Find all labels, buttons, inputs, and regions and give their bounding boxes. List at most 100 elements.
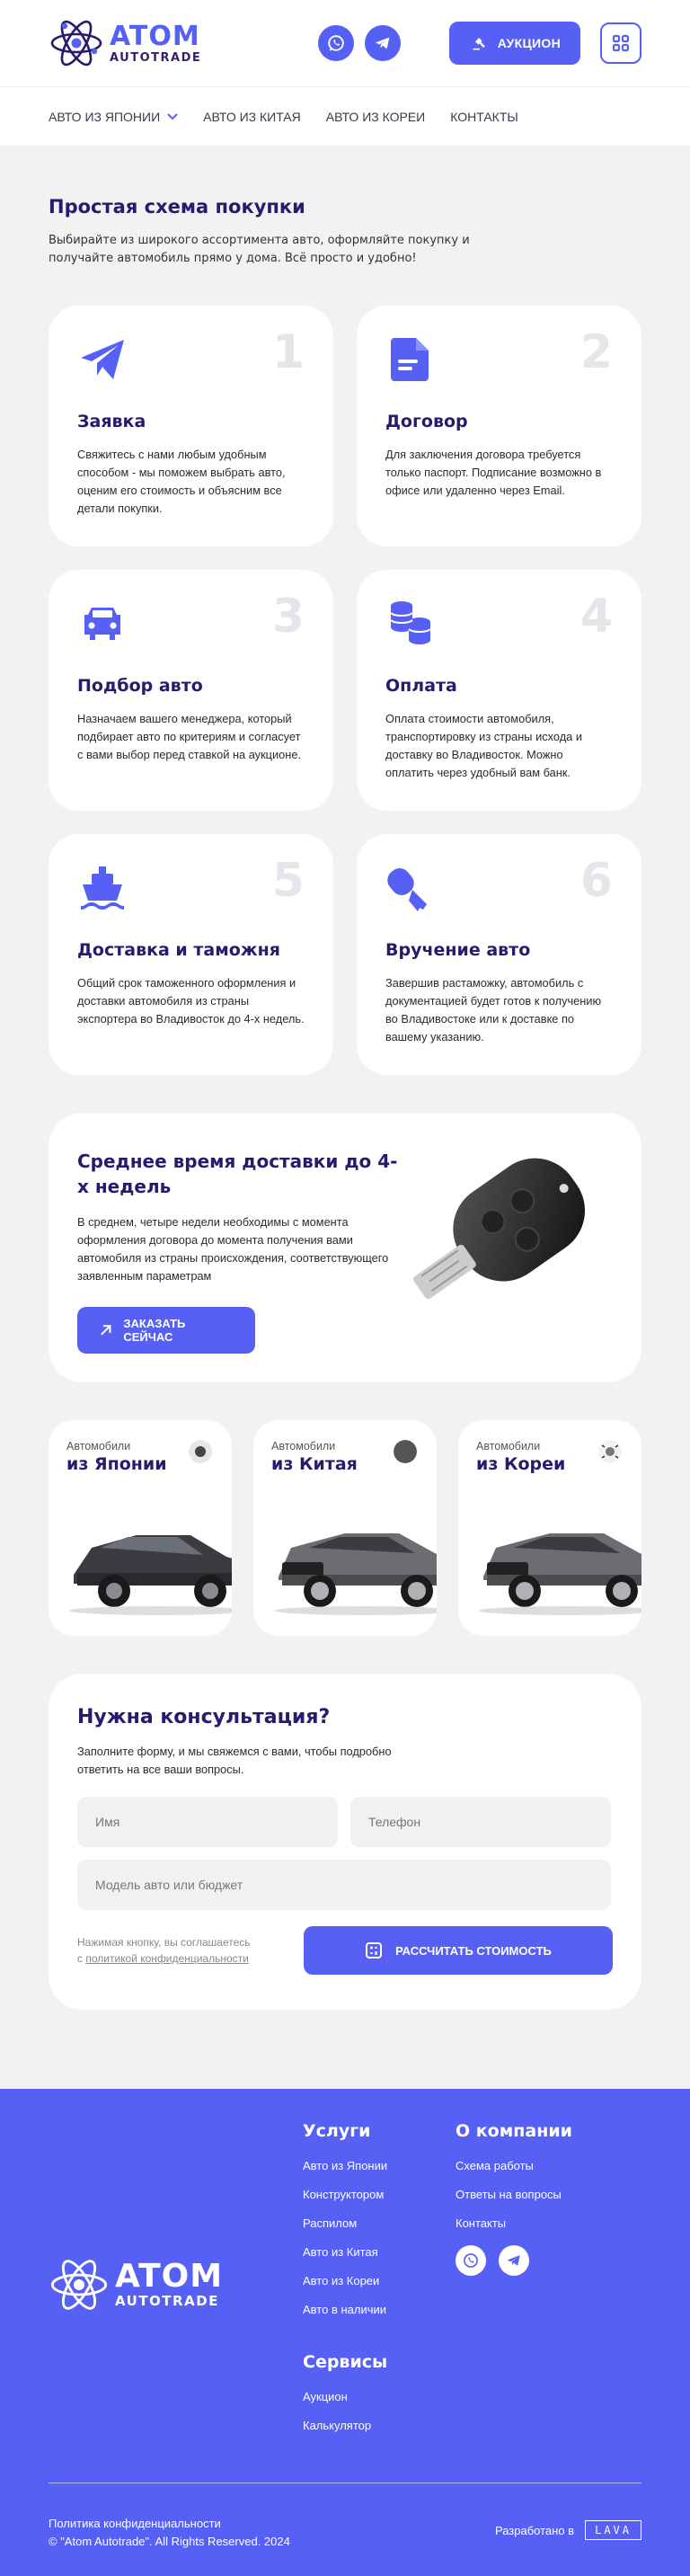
footer-link[interactable]: Авто из Японии (303, 2159, 456, 2172)
step-text: Оплата стоимости автомобиля, транспортир… (385, 712, 582, 779)
name-input[interactable] (77, 1797, 338, 1847)
consent-note: Нажимая кнопку, вы соглашаетесь с полити… (77, 1934, 251, 1967)
footer-logo-word: ATOM (115, 2258, 224, 2295)
privacy-policy-link[interactable]: Политика конфиденциальности (49, 2515, 290, 2533)
copyright-text: © "Atom Autotrade". All Rights Reserved.… (49, 2535, 290, 2548)
calculator-icon (366, 1942, 383, 1959)
scheme-title: Простая схема покупки (49, 196, 305, 218)
nav-item-japan[interactable]: АВТО ИЗ ЯПОНИИ (49, 110, 178, 124)
step-text: Завершив растаможку, автомобиль с докуме… (385, 976, 602, 1044)
step-title: Вручение авто (385, 940, 531, 960)
footer-link[interactable]: Ответы на вопросы (456, 2188, 608, 2201)
step-card: 6 Вручение авто Завершив растаможку, авт… (357, 834, 641, 1075)
developer-credit: Разработано в LAVA (495, 2520, 641, 2540)
nav-item-china[interactable]: АВТО ИЗ КИТАЯ (203, 110, 301, 124)
step-card: 2 Договор Для заключения договора требуе… (357, 306, 641, 546)
auction-button[interactable]: АУКЦИОН (448, 22, 580, 65)
step-number: 1 (271, 325, 305, 379)
step-text: Для заключения договора требуется только… (385, 448, 602, 497)
site-logo[interactable]: ATOM AUTOTRADE (49, 15, 201, 71)
footer-legal: Политика конфиденциальности © "Atom Auto… (49, 2515, 290, 2551)
japan-flag-icon (189, 1440, 212, 1463)
footer-company-title: О компании (456, 2121, 572, 2141)
telegram-button[interactable] (364, 25, 401, 61)
country-card-china[interactable]: Автомобили из Китая (253, 1420, 437, 1636)
step-title: Заявка (77, 412, 146, 431)
country-card-japan[interactable]: Автомобили из Японии (49, 1420, 232, 1636)
steps-grid: 1 Заявка Свяжитесь с нами любым удобным … (49, 306, 641, 1075)
logo-word: ATOM (110, 20, 200, 52)
step-number: 4 (579, 590, 613, 644)
model-budget-input[interactable] (77, 1860, 611, 1910)
menu-button[interactable] (600, 22, 641, 64)
footer-services-title: Услуги (303, 2121, 371, 2141)
country-cards: Автомобили из Японии Автомобили из Китая (49, 1420, 641, 1636)
step-card: 5 Доставка и таможня Общий срок таможенн… (49, 834, 333, 1075)
consult-lead: Заполните форму, и мы свяжемся с вами, ч… (77, 1745, 392, 1776)
step-number: 5 (271, 854, 305, 908)
nav-item-label: АВТО ИЗ КОРЕИ (325, 109, 426, 124)
atom-logo-icon (50, 20, 102, 67)
telegram-icon (375, 37, 390, 49)
nav-item-label: КОНТАКТЫ (450, 109, 518, 124)
footer-link[interactable]: Калькулятор (303, 2419, 456, 2432)
korea-flag-icon (598, 1440, 622, 1463)
footer-link[interactable]: Авто в наличии (303, 2303, 456, 2316)
delivery-text: В среднем, четыре недели необходимы с мо… (77, 1215, 389, 1283)
phone-input[interactable] (350, 1797, 611, 1847)
developer-logo[interactable]: LAVA (585, 2520, 641, 2540)
grid-menu-icon (612, 34, 630, 52)
step-card: 4 Оплата Оплата стоимости автомобиля, тр… (357, 570, 641, 811)
consult-title: Нужна консультация? (77, 1706, 331, 1728)
step-title: Подбор авто (77, 676, 203, 696)
step-card: 1 Заявка Свяжитесь с нами любым удобным … (49, 306, 333, 546)
footer-link[interactable]: Распилом (303, 2216, 456, 2230)
calculate-cost-label: РАССЧИТАТЬ СТОИМОСТЬ (395, 1943, 552, 1958)
nav-item-korea[interactable]: АВТО ИЗ КОРЕИ (326, 110, 425, 124)
nav-item-label: АВТО ИЗ ЯПОНИИ (49, 109, 161, 124)
nav-item-contacts[interactable]: КОНТАКТЫ (450, 110, 518, 124)
step-text: Назначаем вашего менеджера, который подб… (77, 712, 302, 761)
car-image (274, 1533, 437, 1615)
footer-link[interactable]: Авто из Кореи (303, 2274, 456, 2287)
china-flag-icon (394, 1440, 417, 1463)
country-card-korea[interactable]: Автомобили из Кореи (458, 1420, 641, 1636)
footer-link[interactable]: Аукцион (303, 2390, 456, 2403)
step-title: Договор (385, 412, 468, 431)
gavel-icon (473, 38, 485, 50)
consent-prefix: с (77, 1952, 86, 1965)
delivery-title: Среднее время доставки до 4-х недель (77, 1150, 398, 1197)
footer-link[interactable]: Контакты (456, 2216, 608, 2230)
calculate-cost-button[interactable]: РАССЧИТАТЬ СТОИМОСТЬ (304, 1926, 613, 1975)
step-title: Оплата (385, 676, 457, 696)
footer-logo[interactable]: ATOM AUTOTRADE (49, 2121, 303, 2447)
car-image (69, 1535, 232, 1615)
paper-plane-icon (81, 340, 124, 379)
footer-link[interactable]: Авто из Китая (303, 2245, 456, 2259)
consent-text: Нажимая кнопку, вы соглашаетесь (77, 1936, 251, 1949)
footer-telegram-button[interactable] (499, 2245, 529, 2276)
whatsapp-icon (328, 35, 344, 51)
site-header: ATOM AUTOTRADE АУКЦИОН (0, 0, 690, 86)
car-icon (84, 608, 120, 640)
whatsapp-button[interactable] (317, 25, 354, 61)
consult-form: Нужна консультация? Заполните форму, и м… (49, 1674, 641, 2010)
telegram-icon (507, 2255, 520, 2266)
footer-link[interactable]: Конструктором (303, 2188, 456, 2201)
step-title: Доставка и таможня (77, 940, 281, 960)
whatsapp-icon (464, 2253, 478, 2268)
footer-whatsapp-button[interactable] (456, 2245, 486, 2276)
key-icon (387, 868, 427, 911)
car-key-image (413, 1158, 586, 1300)
order-now-button[interactable]: ЗАКАЗАТЬ СЕЙЧАС (77, 1307, 255, 1354)
footer-link[interactable]: Схема работы (456, 2159, 608, 2172)
footer-logo-subtitle: AUTOTRADE (115, 2293, 219, 2309)
scheme-lead: Выбирайте из широкого ассортимента авто,… (49, 234, 470, 265)
step-number: 6 (579, 854, 613, 908)
footer-tools-title: Сервисы (303, 2352, 388, 2372)
site-footer: ATOM AUTOTRADE Услуги Авто из Японии Кон… (0, 2089, 690, 2576)
developer-label: Разработано в (494, 2523, 575, 2537)
privacy-policy-link[interactable]: политикой конфиденциальности (85, 1952, 248, 1965)
step-text: Свяжитесь с нами любым удобным способом … (77, 448, 286, 515)
step-number: 3 (271, 590, 305, 644)
